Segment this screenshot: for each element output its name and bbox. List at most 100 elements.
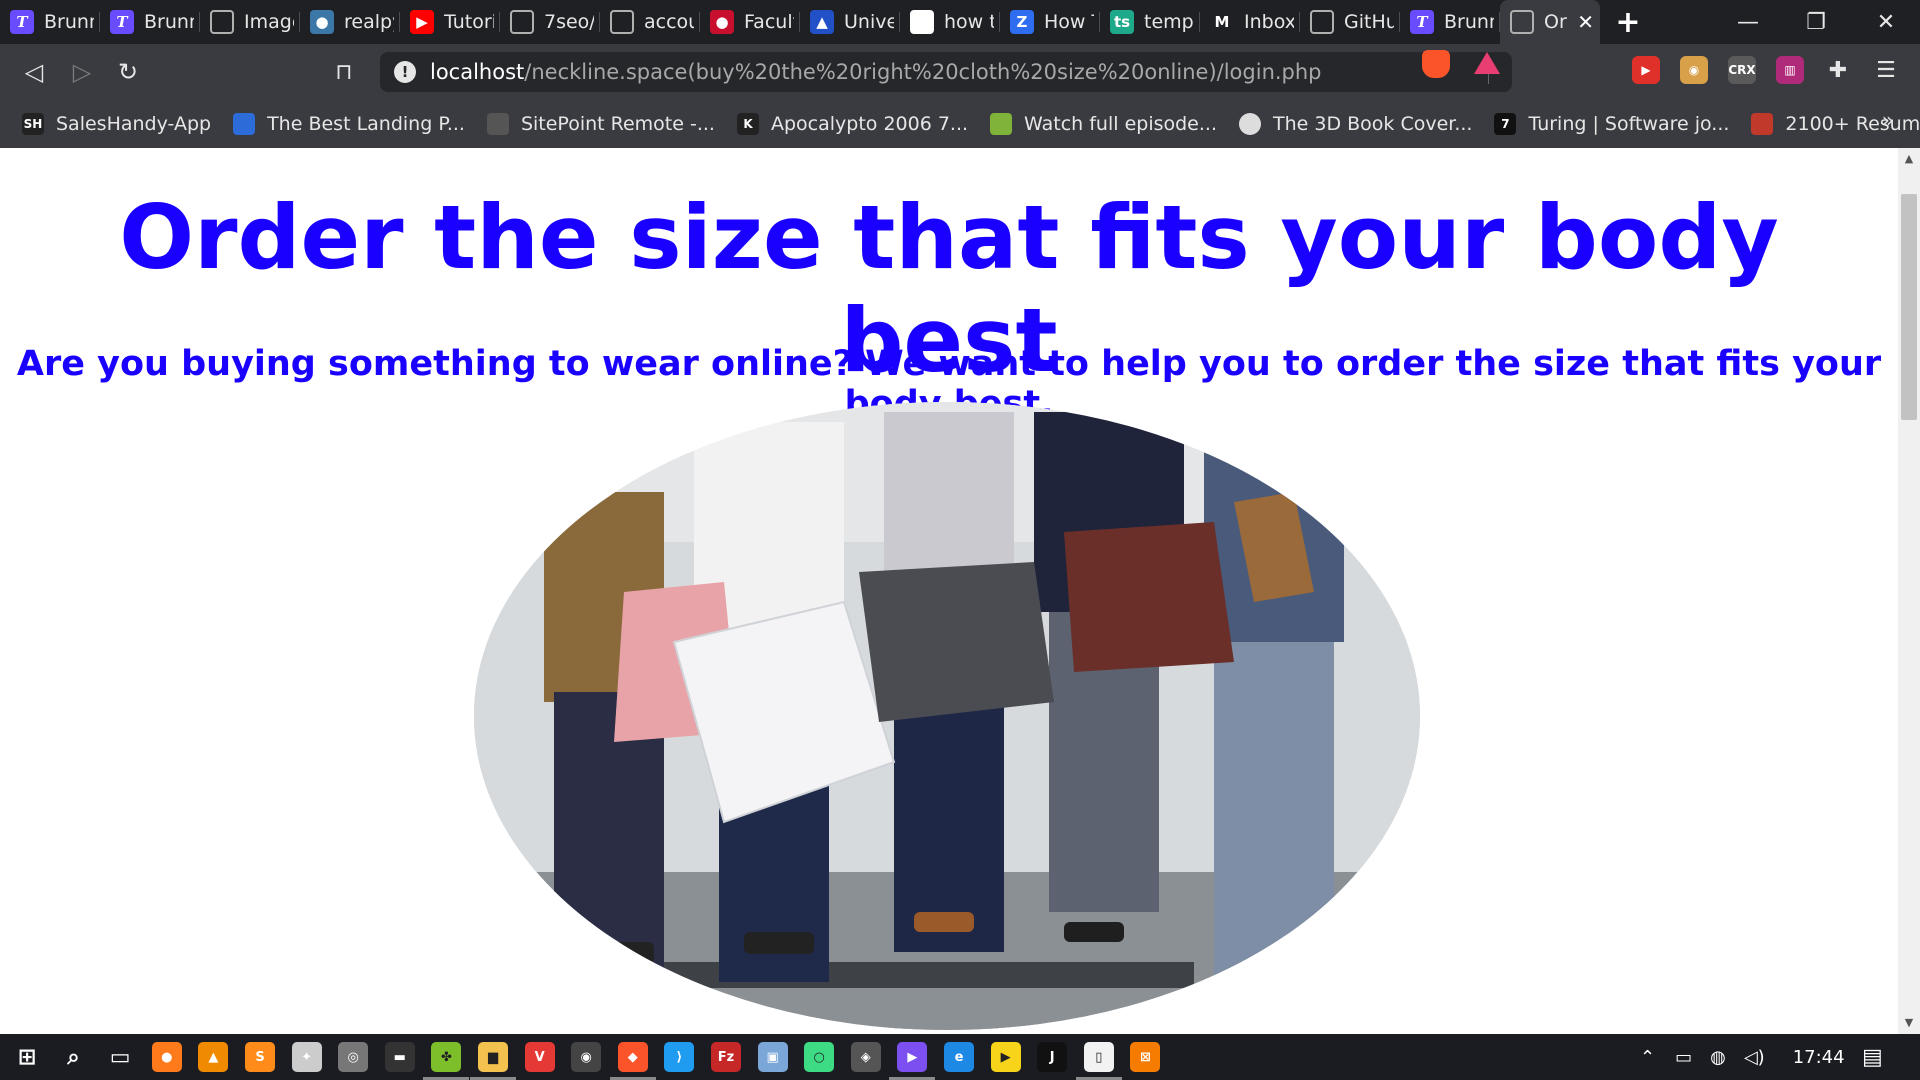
tab-6[interactable]: accou: [600, 0, 700, 44]
windows-start-icon[interactable]: ⊞: [12, 1042, 42, 1072]
tab-label: 7seo/: [544, 11, 594, 33]
tab-11[interactable]: ts temp-: [1100, 0, 1200, 44]
analytics-ext-icon[interactable]: ▥: [1776, 56, 1804, 84]
kmplayer-icon[interactable]: ▶: [990, 1042, 1021, 1072]
tab-label: Brunn: [1444, 11, 1494, 33]
close-tab-icon[interactable]: ✕: [1577, 10, 1594, 34]
sublime-icon[interactable]: S: [245, 1042, 275, 1072]
tab-1[interactable]: T Brunn: [100, 0, 200, 44]
page-scrollbar[interactable]: ▲ ▼: [1898, 148, 1920, 1034]
bookmark-icon[interactable]: ⊓: [324, 52, 364, 92]
scroll-down-icon[interactable]: ▼: [1902, 1016, 1916, 1030]
tab-9[interactable]: Ghow t: [900, 0, 1000, 44]
tab-2[interactable]: Image: [200, 0, 300, 44]
bookmark-4[interactable]: Watch full episode...: [990, 113, 1217, 135]
brave-icon[interactable]: ◆: [617, 1042, 648, 1072]
system-tray: ⌃ ▭ ◍ ◁) 17:44: [1640, 1034, 1845, 1080]
close-window-button[interactable]: ✕: [1852, 0, 1920, 44]
tab-label: Inbox: [1244, 11, 1294, 33]
avogadro-icon[interactable]: ✤: [431, 1042, 462, 1072]
tab-8[interactable]: ▲ Univer: [800, 0, 900, 44]
tab-label: How T: [1044, 11, 1094, 33]
python-icon: ●: [310, 10, 334, 34]
bookmark-0[interactable]: SH SalesHandy-App: [22, 113, 211, 135]
battery-icon[interactable]: ▭: [1675, 1047, 1692, 1068]
tab-12[interactable]: M Inbox: [1200, 0, 1300, 44]
gitkraken-icon[interactable]: ✦: [291, 1042, 322, 1072]
bookmark-6[interactable]: 7 Turing | Software jo...: [1494, 113, 1729, 135]
z-icon: Z: [1010, 10, 1034, 34]
bookmarks-overflow-icon[interactable]: »: [1882, 108, 1894, 132]
clock[interactable]: 17:44: [1793, 1047, 1845, 1068]
bookmark-7[interactable]: 2100+ Resume and...: [1751, 113, 1920, 135]
scroll-thumb[interactable]: [1901, 194, 1917, 420]
scroll-up-icon[interactable]: ▲: [1902, 152, 1916, 166]
forward-icon[interactable]: ▷: [62, 52, 102, 92]
video-ext-icon[interactable]: ▶: [1632, 56, 1660, 84]
brave-rewards-icon[interactable]: [1474, 52, 1500, 74]
jetbrains-icon[interactable]: J: [1037, 1042, 1068, 1072]
bookmark-label: The 3D Book Cover...: [1273, 113, 1473, 135]
tab-0[interactable]: T Brunn: [0, 0, 100, 44]
tab-10[interactable]: Z How T: [1000, 0, 1100, 44]
inkscape-icon[interactable]: ◈: [850, 1042, 881, 1072]
tab-4[interactable]: ▶ Tutori: [400, 0, 500, 44]
windows-taskbar: ⊞ ⌕ ▭ ● ▲ S ✦ ◎ ▬ ✤ ▆ V ◉ ◆ ⟩ Fz ▣ ○ ◈ ▶ e ▶ J ▯ ⊠ ⌃ ▭ ◍ ◁) 17:4…: [0, 1034, 1920, 1080]
virtualbox-icon[interactable]: ▣: [757, 1042, 788, 1072]
t-icon: T: [110, 10, 134, 34]
edge-icon[interactable]: e: [944, 1042, 974, 1072]
tab-14[interactable]: T Brunn: [1400, 0, 1500, 44]
tab-7[interactable]: ● Faculty: [700, 0, 800, 44]
url-text[interactable]: localhost/neckline.space(buy%20the%20rig…: [430, 60, 1322, 84]
tab-label: Image: [244, 11, 294, 33]
bookmark-1[interactable]: The Best Landing P...: [233, 113, 465, 135]
tab-15[interactable]: Or ✕: [1500, 0, 1600, 44]
tv-icon: [990, 113, 1013, 135]
tab-3[interactable]: ● realpy: [300, 0, 400, 44]
search-icon[interactable]: ⌕: [59, 1042, 89, 1072]
tab-13[interactable]: GitHu: [1300, 0, 1400, 44]
tab-label: Faculty: [744, 11, 794, 33]
menu-icon[interactable]: ☰: [1872, 56, 1900, 84]
firefox-icon[interactable]: ●: [151, 1042, 182, 1072]
notifications-icon[interactable]: ▤: [1862, 1034, 1883, 1080]
notepad-icon[interactable]: ▯: [1083, 1042, 1114, 1072]
visual-studio-icon[interactable]: ▶: [897, 1042, 928, 1072]
obs-icon[interactable]: ◎: [338, 1042, 369, 1072]
terminal-icon[interactable]: ▬: [384, 1042, 415, 1072]
bookmark-2[interactable]: SitePoint Remote -...: [486, 113, 715, 135]
crx-ext-icon[interactable]: CRX: [1728, 56, 1756, 84]
minimize-button[interactable]: —: [1714, 0, 1782, 44]
task-view-icon[interactable]: ▭: [105, 1042, 135, 1072]
address-bar[interactable]: ! localhost/neckline.space(buy%20the%20r…: [380, 52, 1512, 92]
tab-label: realpy: [344, 11, 394, 33]
volume-icon[interactable]: ◁): [1744, 1047, 1765, 1068]
bookmark-5[interactable]: The 3D Book Cover...: [1239, 113, 1472, 135]
android-studio-icon[interactable]: ○: [804, 1042, 835, 1072]
file-explorer-icon[interactable]: ▆: [478, 1042, 508, 1072]
filezilla-icon[interactable]: Fz: [711, 1042, 741, 1072]
obs-studio-icon[interactable]: ◉: [571, 1042, 602, 1072]
back-icon[interactable]: ◁: [14, 52, 54, 92]
tray-overflow-icon[interactable]: ⌃: [1640, 1047, 1655, 1068]
brave-shields-icon[interactable]: [1422, 50, 1450, 78]
gmail-icon: M: [1214, 13, 1230, 31]
bookmark-3[interactable]: K Apocalypto 2006 7...: [736, 113, 968, 135]
puzzle-ext-icon[interactable]: ✚: [1824, 56, 1852, 84]
vivaldi-icon[interactable]: V: [524, 1042, 555, 1072]
restore-button[interactable]: ❐: [1782, 0, 1850, 44]
tab-label: temp-: [1144, 11, 1194, 33]
google-icon: G: [910, 10, 934, 34]
vscode-icon[interactable]: ⟩: [664, 1042, 695, 1072]
xampp-icon[interactable]: ⊠: [1130, 1042, 1161, 1072]
reload-icon[interactable]: ↻: [108, 52, 148, 92]
tab-label: GitHu: [1344, 11, 1394, 33]
network-icon[interactable]: ◍: [1710, 1047, 1726, 1068]
new-tab-button[interactable]: +: [1600, 0, 1656, 44]
turing-icon: 7: [1494, 113, 1517, 135]
spy-ext-icon[interactable]: ◉: [1680, 56, 1708, 84]
globe-icon: [510, 10, 534, 34]
tab-5[interactable]: 7seo/: [500, 0, 600, 44]
vlc-icon[interactable]: ▲: [198, 1042, 229, 1072]
site-info-icon[interactable]: !: [394, 61, 416, 83]
